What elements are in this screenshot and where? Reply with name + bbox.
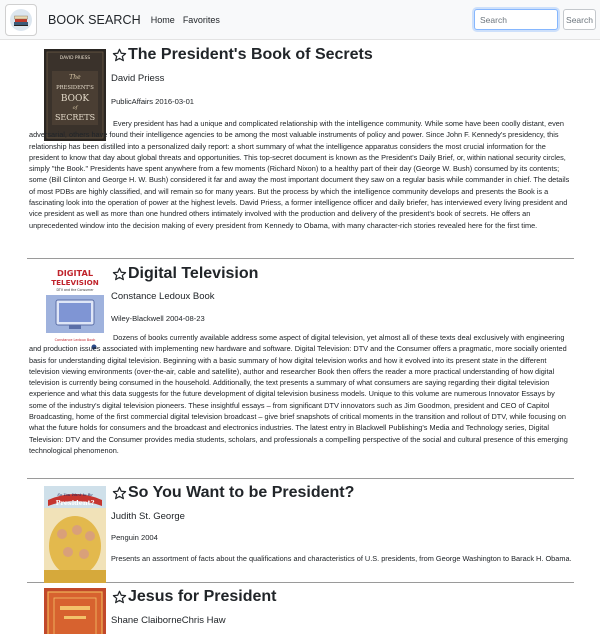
- book-author: Constance Ledoux Book: [111, 291, 215, 302]
- book-publisher-date: Wiley-Blackwell 2004-08-23: [111, 314, 205, 323]
- book-title[interactable]: Jesus for President: [128, 587, 277, 607]
- book-title-row: So You Want to be President?: [112, 483, 354, 503]
- book-author: Shane ClaiborneChris Haw: [111, 615, 226, 626]
- nav-link-home[interactable]: Home: [151, 15, 175, 25]
- star-outline-icon[interactable]: [112, 486, 127, 501]
- svg-text:DIGITAL: DIGITAL: [57, 268, 93, 278]
- book-title-row: The President's Book of Secrets: [112, 45, 373, 65]
- book-title-row: Jesus for President: [112, 587, 277, 607]
- book-description: Presents an assortment of facts about th…: [111, 554, 572, 563]
- svg-text:DAVID PRIESS: DAVID PRIESS: [60, 55, 91, 61]
- book-description: Every president has had a unique and com…: [29, 119, 570, 230]
- book-cover-image[interactable]: [44, 588, 106, 634]
- book-cover-image[interactable]: So You Want to Be President?: [44, 486, 106, 583]
- book-author: David Priess: [111, 73, 165, 84]
- svg-text:BOOK: BOOK: [61, 94, 90, 104]
- brand-title[interactable]: BOOK SEARCH: [48, 13, 141, 27]
- book-title[interactable]: Digital Television: [128, 264, 258, 284]
- search-form: Search: [474, 9, 596, 30]
- svg-text:DTV and the Consumer: DTV and the Consumer: [56, 288, 94, 292]
- results-list: DAVID PRIESS The PRESIDENT'S BOOK of SEC…: [0, 40, 600, 634]
- book-description: Dozens of books currently available addr…: [29, 333, 568, 455]
- book-publisher-date: PublicAffairs 2016-03-01: [111, 97, 195, 106]
- book-publisher-date: Penguin 2004: [111, 533, 158, 542]
- svg-text:President?: President?: [56, 499, 95, 507]
- book-card: DIGITAL TELEVISION DTV and the Consumer …: [27, 259, 574, 479]
- svg-text:TELEVISION: TELEVISION: [51, 278, 99, 287]
- search-input[interactable]: [474, 9, 558, 30]
- book-logo-icon[interactable]: [5, 3, 37, 36]
- book-card: Jesus for President Shane ClaiborneChris…: [27, 583, 574, 634]
- book-card: DAVID PRIESS The PRESIDENT'S BOOK of SEC…: [27, 40, 574, 259]
- nav-link-favorites[interactable]: Favorites: [183, 15, 220, 25]
- book-title[interactable]: The President's Book of Secrets: [128, 45, 373, 65]
- book-author: Judith St. George: [111, 511, 185, 522]
- navbar: BOOK SEARCH Home Favorites Search: [0, 0, 600, 40]
- star-outline-icon[interactable]: [112, 590, 127, 605]
- svg-text:So You Want to Be: So You Want to Be: [57, 492, 93, 497]
- svg-text:The: The: [69, 74, 81, 81]
- svg-text:PRESIDENT'S: PRESIDENT'S: [56, 85, 94, 91]
- book-title-row: Digital Television: [112, 264, 258, 284]
- star-outline-icon[interactable]: [112, 267, 127, 282]
- book-title[interactable]: So You Want to be President?: [128, 483, 354, 503]
- star-outline-icon[interactable]: [112, 48, 127, 63]
- search-button[interactable]: Search: [563, 9, 596, 30]
- book-card: So You Want to Be President? So You Want…: [27, 479, 574, 583]
